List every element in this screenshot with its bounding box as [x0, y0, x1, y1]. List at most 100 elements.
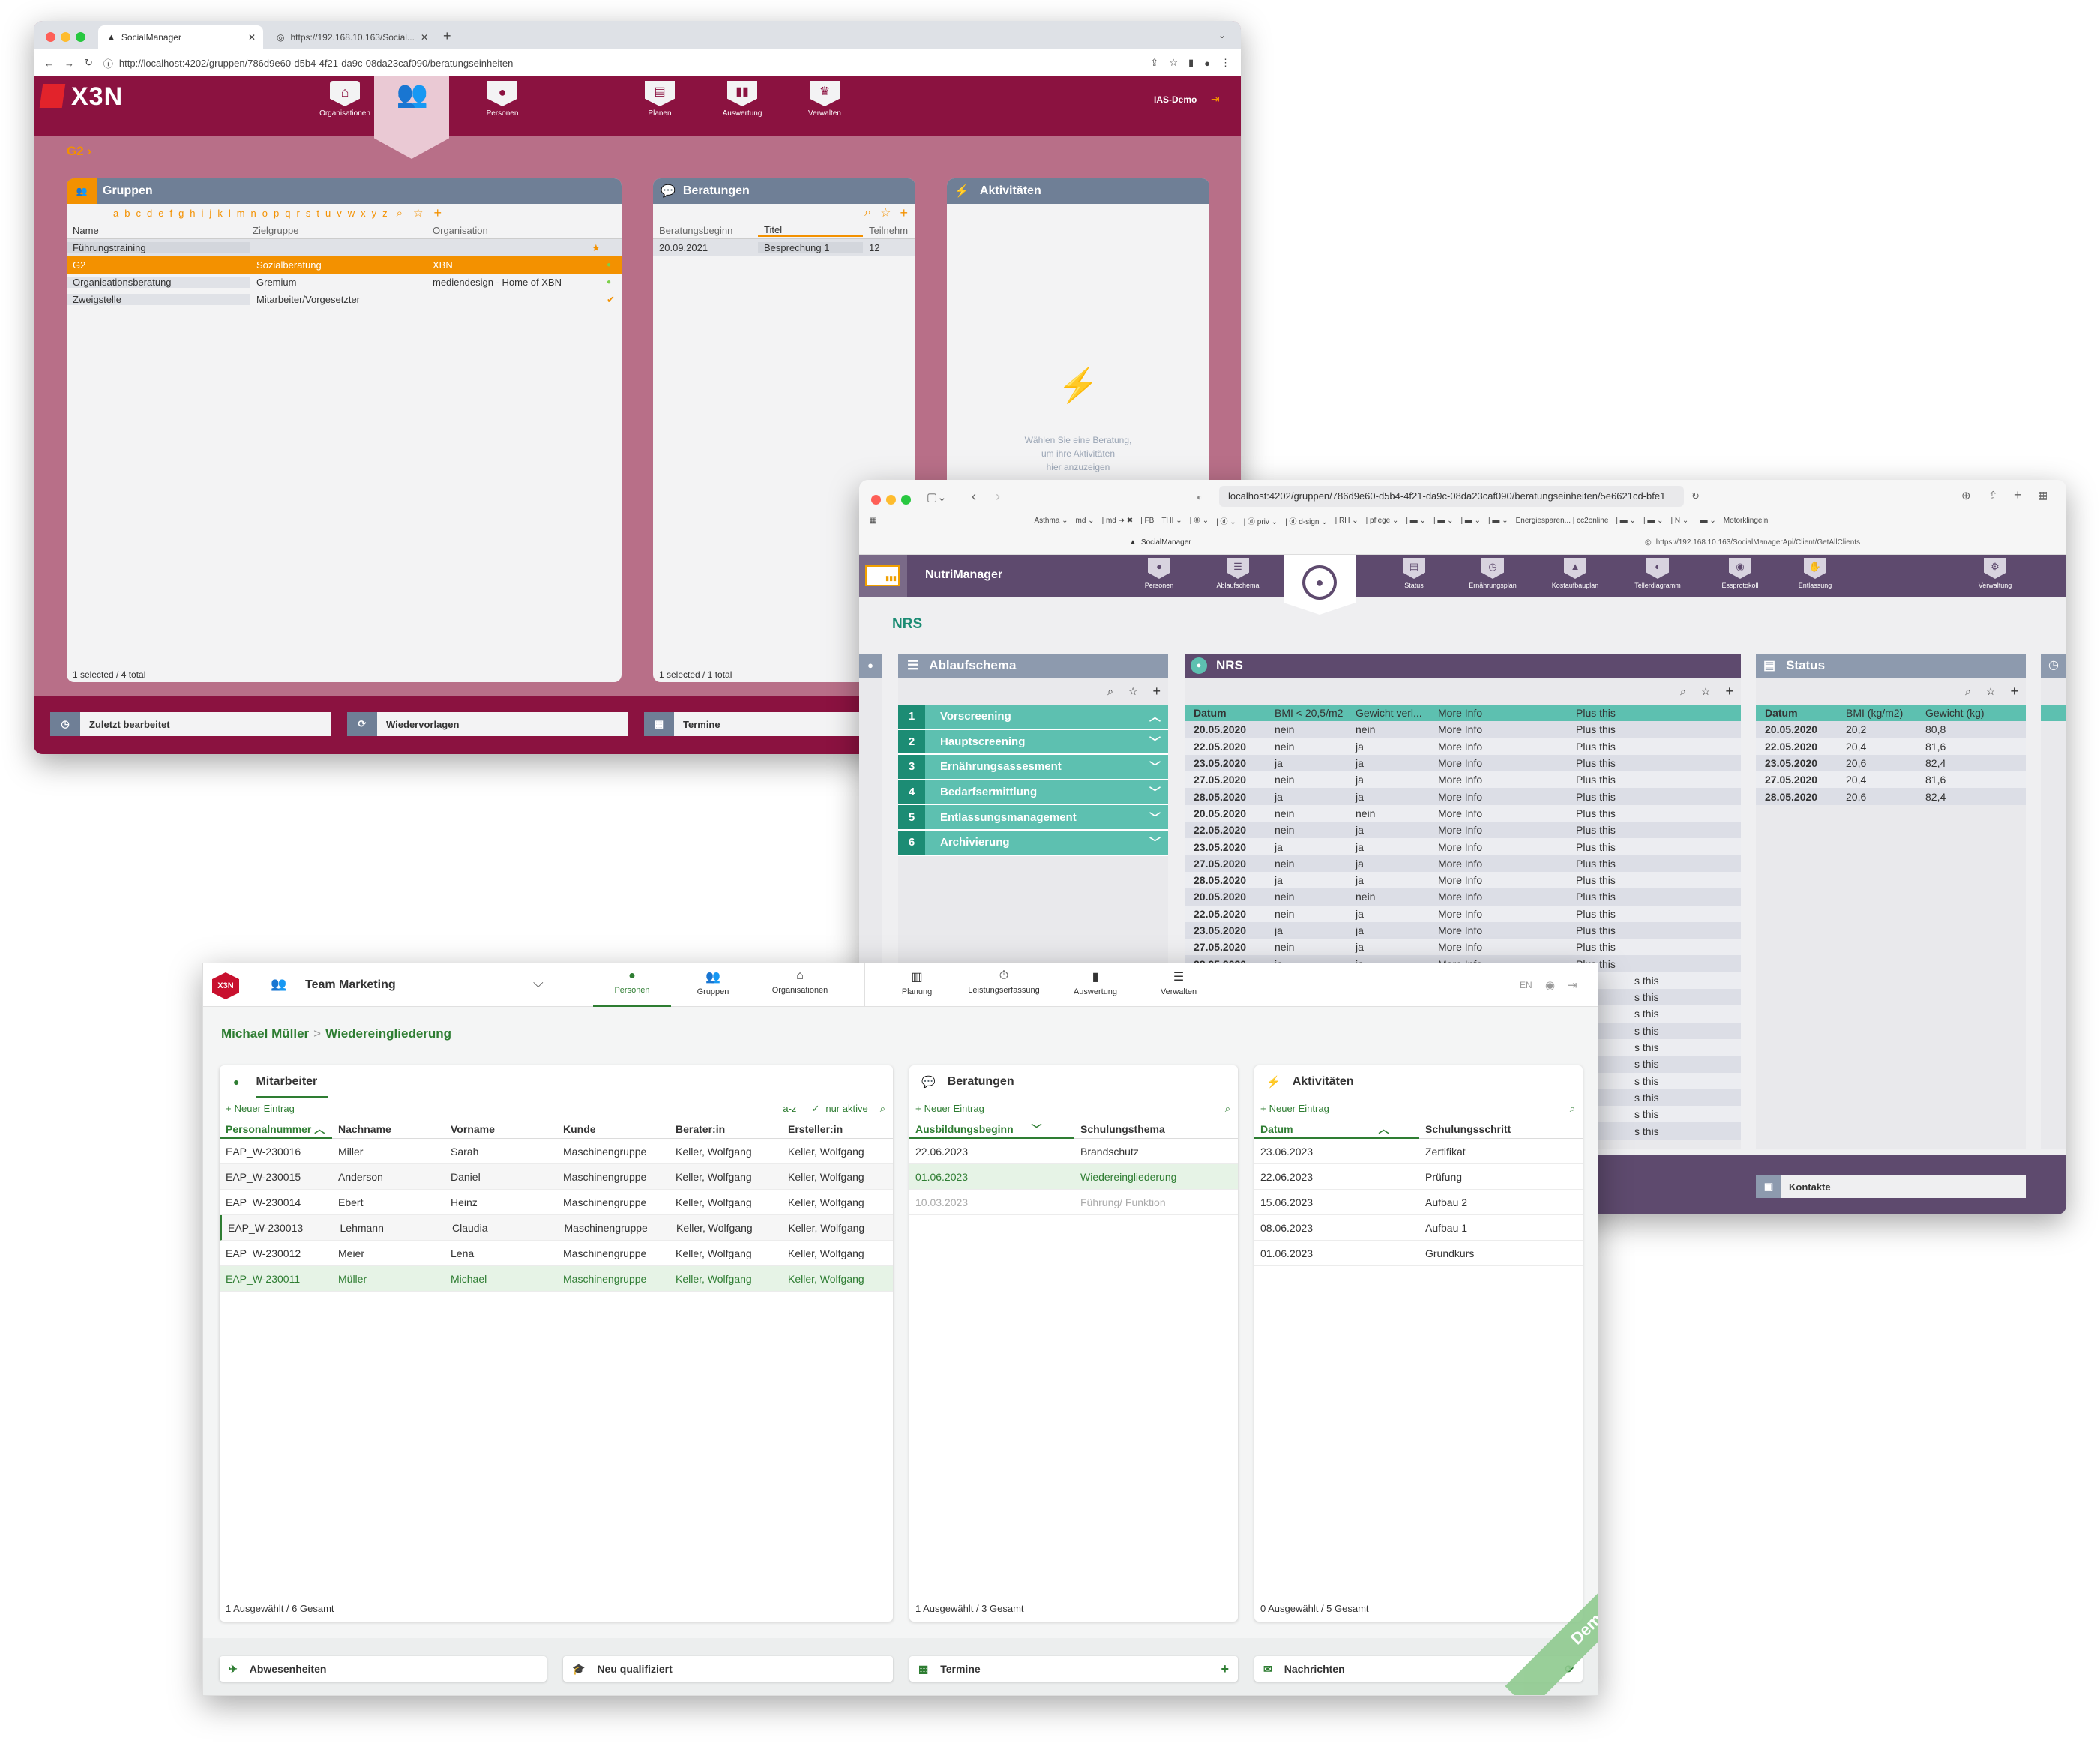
search-icon[interactable]: ⌕ [1680, 685, 1686, 698]
browser-tab-1[interactable]: ▲ SocialManager [1129, 538, 1191, 547]
alpha-letter[interactable]: d [147, 208, 152, 219]
bookmark[interactable]: | ▬ ⌄ [1488, 517, 1508, 525]
table-row-selected[interactable]: 01.06.2023 Wiedereingliederung [909, 1164, 1238, 1190]
back-icon[interactable]: ‹ [972, 489, 976, 505]
table-row[interactable]: 20.05.2020 20,2 80,8 [1756, 721, 2026, 738]
search-icon[interactable]: ⌕ [864, 206, 871, 220]
table-row[interactable]: 27.05.2020 nein ja More Info Plus this [1185, 939, 1741, 956]
alpha-letter[interactable]: z [382, 208, 388, 219]
nav-personen[interactable]: ● Personen [593, 969, 671, 1007]
nav-kostaufbauplan[interactable]: ▲ Kostaufbauplan [1541, 555, 1609, 589]
nav-personen[interactable]: ● Personen [461, 76, 544, 118]
column-header-plus-this[interactable]: Plus this [1567, 707, 1717, 719]
widget-zuletzt[interactable]: ◷ Zuletzt bearbeitet [50, 712, 331, 736]
alpha-letter[interactable]: t [316, 208, 319, 219]
bookmark[interactable]: | ⓓ ⌄ [1216, 515, 1236, 526]
add-icon[interactable]: + [1260, 1103, 1266, 1114]
column-header-nachname[interactable]: Nachname [332, 1123, 445, 1135]
alpha-letter[interactable]: o [262, 208, 268, 219]
table-row[interactable]: 20.05.2020 nein nein More Info Plus this [1185, 888, 1741, 906]
star-icon[interactable]: ☆ [413, 206, 423, 220]
nav-verwalten[interactable]: ☰ Verwalten [1145, 969, 1212, 1007]
alpha-letter[interactable]: c [136, 208, 141, 219]
table-row-selected[interactable]: G2 Sozialberatung XBN ● [67, 256, 622, 274]
forward-icon[interactable]: › [996, 489, 1000, 505]
chevron-down-icon[interactable]: ﹀ [1149, 784, 1161, 800]
search-icon[interactable]: ⌕ [1570, 1103, 1575, 1115]
column-header-kunde[interactable]: Kunde [557, 1123, 670, 1135]
search-icon[interactable]: ⌕ [1965, 685, 1971, 698]
table-row[interactable]: 23.05.2020 ja ja More Info Plus this [1185, 838, 1741, 855]
menu-icon[interactable]: ⋮ [1221, 57, 1230, 69]
alpha-letter[interactable]: g [178, 208, 184, 219]
alpha-letter[interactable]: r [296, 208, 299, 219]
table-row[interactable]: 27.05.2020 nein ja More Info Plus this [1185, 771, 1741, 789]
sidebar-toggle-icon[interactable]: ▢⌄ [927, 490, 947, 504]
download-icon[interactable]: ⊕ [1961, 489, 1971, 502]
nav-leistungserfassung[interactable]: ⏱ Leistungserfassung [953, 969, 1055, 1007]
browser-tab-2[interactable]: ◎ https://192.168.10.163/SocialManagerAp… [1645, 538, 1860, 547]
table-row-selected[interactable]: EAP_W-230011 Müller Michael Maschinengruppe… [220, 1266, 893, 1292]
browser-tab-1[interactable]: ▲ SocialManager ✕ [98, 25, 263, 49]
column-header-bmi[interactable]: BMI < 20,5/m2 [1266, 707, 1347, 719]
minimize-window-button[interactable] [61, 32, 70, 42]
search-icon[interactable]: ⌕ [880, 1103, 885, 1115]
bookmark[interactable]: | ⑧ ⌄ [1190, 517, 1209, 525]
reload-icon[interactable]: ↻ [85, 57, 93, 69]
table-row[interactable]: Organisationsberatung Gremium mediendesi… [67, 274, 622, 291]
alpha-letter[interactable]: m [237, 208, 245, 219]
bookmark[interactable]: Energiesparen... | cc2online [1516, 517, 1609, 525]
column-header-more-info[interactable]: More Info [1429, 707, 1567, 719]
table-row[interactable]: 22.05.2020 nein ja More Info Plus this [1185, 738, 1741, 755]
table-row[interactable]: 28.05.2020 20,6 82,4 [1756, 788, 2026, 805]
user-name[interactable]: IAS-Demo [1154, 94, 1197, 105]
new-entry-button[interactable]: Neuer Eintrag [235, 1103, 295, 1114]
bookmark[interactable]: | ▬ ⌄ [1406, 517, 1426, 525]
add-icon[interactable]: + [226, 1103, 232, 1114]
bookmark[interactable]: Asthma ⌄ [1034, 517, 1068, 525]
close-tab-icon[interactable]: ✕ [248, 32, 256, 43]
column-header-datum[interactable]: Datum ︿ [1254, 1119, 1419, 1139]
table-row[interactable]: Zweigstelle Mitarbeiter/Vorgesetzter ✔ [67, 291, 622, 308]
table-row[interactable]: 22.05.2020 nein ja More Info Plus this [1185, 822, 1741, 839]
browser-tab-2[interactable]: ◎ https://192.168.10.163/Social... ✕ [268, 25, 433, 49]
logout-icon[interactable]: ⇥ [1211, 93, 1220, 106]
chevron-down-icon[interactable]: ⌄ [1218, 30, 1226, 40]
bookmark[interactable]: | RH ⌄ [1335, 517, 1359, 525]
new-tab-icon[interactable]: + [2014, 487, 2022, 503]
share-icon[interactable]: ⇪ [1988, 489, 1998, 502]
close-tab-icon[interactable]: ✕ [421, 32, 428, 43]
table-row[interactable]: EAP_W-230012 Meier Lena Maschinengruppe Kell… [220, 1241, 893, 1266]
table-row[interactable]: 22.05.2020 nein ja More Info Plus this [1185, 905, 1741, 922]
add-icon[interactable]: + [900, 205, 908, 221]
chevron-up-icon[interactable]: ︿ [1149, 708, 1161, 724]
chevron-down-icon[interactable]: ﹀ [1149, 759, 1161, 774]
account-icon[interactable]: ◉ [1545, 978, 1555, 992]
bookmark[interactable]: | ⓓ d-sign ⌄ [1285, 515, 1328, 526]
bookmark[interactable]: THI ⌄ [1161, 517, 1182, 525]
column-header-organisation[interactable]: Organisation [427, 225, 607, 236]
tab-mitarbeiter[interactable]: Mitarbeiter [256, 1065, 328, 1098]
nav-tellerdiagramm[interactable]: ◐ Tellerdiagramm [1624, 555, 1691, 589]
logout-icon[interactable]: ⇥ [1568, 978, 1577, 992]
sidebar-icon[interactable]: ▮ [1188, 57, 1194, 69]
grid-icon[interactable]: ▦ [870, 517, 876, 525]
table-row[interactable]: EAP_W-230013 Lehmann Claudia Maschinengrupp… [220, 1215, 893, 1241]
add-icon[interactable]: + [1152, 684, 1161, 699]
add-icon[interactable]: + [2010, 684, 2018, 699]
step-item[interactable]: 3 Ernährungsassesment ﹀ [898, 755, 1168, 780]
step-item[interactable]: 1 Vorscreening ︿ [898, 705, 1168, 730]
star-icon[interactable]: ☆ [1701, 685, 1711, 698]
column-header-vorname[interactable]: Vorname [445, 1123, 557, 1135]
bookmark[interactable]: | pflege ⌄ [1366, 517, 1399, 525]
column-header-gewicht[interactable]: Gewicht (kg) [1916, 707, 2006, 719]
search-icon[interactable]: ⌕ [1107, 685, 1113, 698]
alpha-letter[interactable]: j [209, 208, 211, 219]
bookmark[interactable]: | FB [1140, 517, 1154, 525]
nav-ablaufschema[interactable]: ☰ Ablaufschema [1212, 555, 1264, 589]
alpha-letter[interactable]: v [337, 208, 342, 219]
widget-termine[interactable]: ▦ Termine + [909, 1656, 1238, 1682]
table-row[interactable]: 27.05.2020 20,4 81,6 [1756, 771, 2026, 789]
bookmark[interactable]: | N ⌄ [1670, 517, 1688, 525]
minimize-window-button[interactable] [886, 495, 896, 505]
